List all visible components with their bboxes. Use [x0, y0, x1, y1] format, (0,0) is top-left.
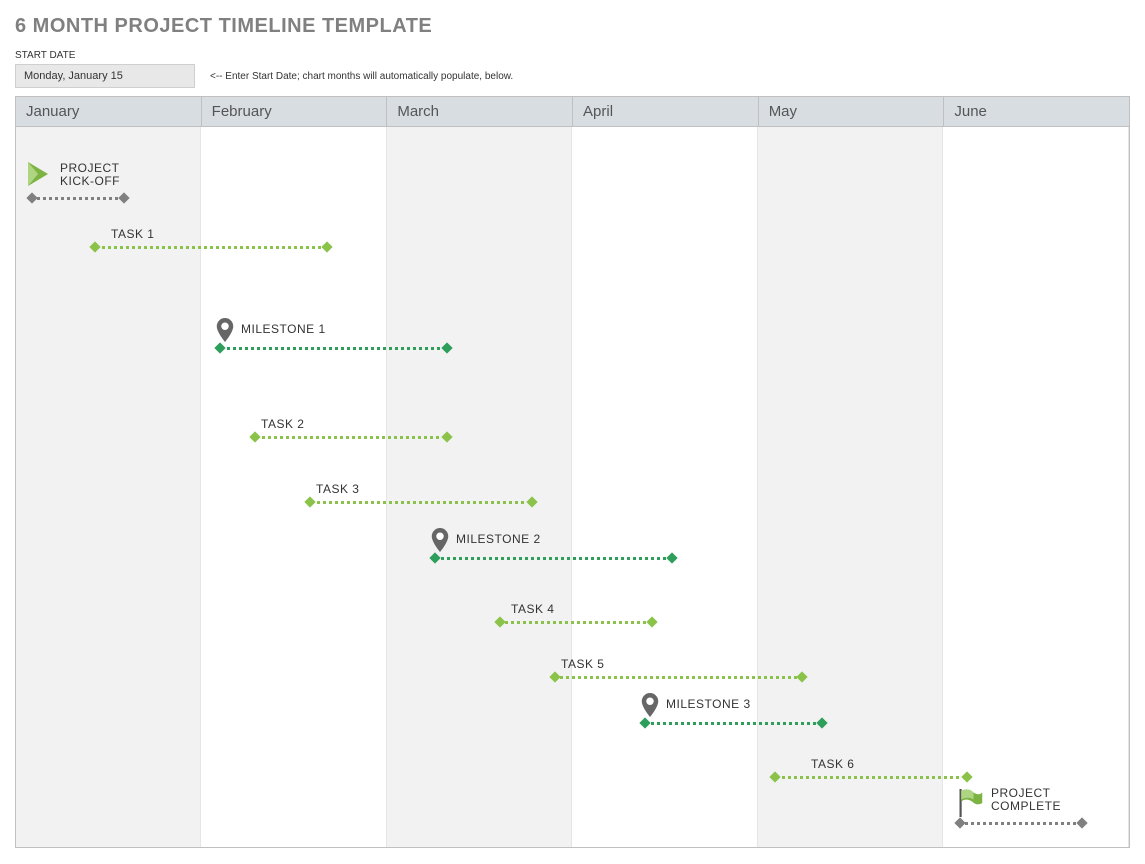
col-6: [943, 127, 1128, 847]
kickoff-label: PROJECTKICK-OFF: [60, 162, 128, 188]
milestone3-label: MILESTONE 3: [666, 697, 826, 711]
timeline-chart: January February March April May June PR…: [15, 96, 1130, 848]
month-june: June: [944, 97, 1129, 126]
chart-body: PROJECTKICK-OFF TASK 1 MILESTONE 1: [16, 127, 1129, 847]
milestone2-label: MILESTONE 2: [456, 532, 676, 546]
complete-label: PROJECTCOMPLETE: [991, 787, 1121, 813]
start-date-hint: <-- Enter Start Date; chart months will …: [210, 71, 513, 82]
col-4: [573, 127, 758, 847]
task1-label: TASK 1: [111, 227, 331, 241]
item-task1: TASK 1: [91, 227, 331, 251]
item-milestone2: MILESTONE 2: [431, 532, 676, 562]
flag-icon: [956, 787, 984, 819]
task5-label: TASK 5: [561, 657, 806, 671]
milestone-pin-icon: [641, 692, 659, 718]
item-milestone3: MILESTONE 3: [641, 697, 826, 727]
task3-label: TASK 3: [316, 482, 536, 496]
month-may: May: [759, 97, 945, 126]
start-date-block: START DATE <-- Enter Start Date; chart m…: [15, 50, 1130, 88]
start-date-row: <-- Enter Start Date; chart months will …: [15, 64, 1130, 88]
milestone1-label: MILESTONE 1: [241, 322, 451, 336]
task2-label: TASK 2: [261, 417, 451, 431]
item-task2: TASK 2: [251, 417, 451, 441]
milestone-pin-icon: [216, 317, 234, 343]
item-complete: PROJECTCOMPLETE: [956, 787, 1121, 827]
item-kickoff: PROJECTKICK-OFF: [28, 162, 128, 202]
milestone-pin-icon: [431, 527, 449, 553]
month-january: January: [16, 97, 202, 126]
month-april: April: [573, 97, 759, 126]
complete-text: PROJECTCOMPLETE: [991, 786, 1061, 813]
month-february: February: [202, 97, 388, 126]
play-icon: [28, 162, 48, 186]
task4-label: TASK 4: [511, 602, 656, 616]
start-date-label: START DATE: [15, 50, 1130, 61]
item-task4: TASK 4: [496, 602, 656, 626]
item-task6: TASK 6: [771, 757, 971, 781]
month-march: March: [387, 97, 573, 126]
start-date-input[interactable]: [15, 64, 195, 88]
page-title: 6 MONTH PROJECT TIMELINE TEMPLATE: [15, 15, 1130, 38]
month-header: January February March April May June: [16, 97, 1129, 127]
task6-label: TASK 6: [811, 757, 971, 771]
col-5: [758, 127, 943, 847]
kickoff-text: PROJECTKICK-OFF: [60, 161, 120, 188]
item-task3: TASK 3: [306, 482, 536, 506]
item-milestone1: MILESTONE 1: [216, 322, 451, 352]
item-task5: TASK 5: [551, 657, 806, 681]
